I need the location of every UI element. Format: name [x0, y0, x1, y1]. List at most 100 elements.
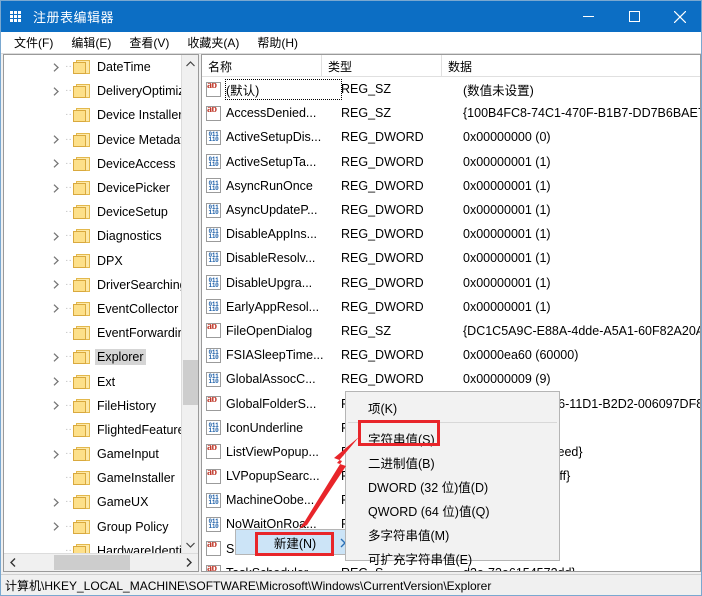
- chevron-right-icon[interactable]: [48, 394, 64, 418]
- registry-value-row[interactable]: 011 110 ActiveSetupTa... REG_DWORD 0x0000000…: [202, 150, 700, 174]
- submenu-item[interactable]: 项(K): [346, 395, 559, 419]
- registry-value-row[interactable]: 011 110 ActiveSetupDis... REG_DWORD 0x000000…: [202, 125, 700, 149]
- tree-connector-dash: ··: [65, 496, 72, 508]
- value-type: REG_DWORD: [341, 299, 424, 314]
- tree-node[interactable]: ·· FlightedFeatures: [4, 418, 181, 442]
- scroll-down-icon[interactable]: [182, 536, 198, 553]
- tree-horizontal-scrollbar[interactable]: [4, 553, 198, 571]
- tree-node[interactable]: ·· HardwareIdentifi: [4, 539, 181, 553]
- chevron-right-icon[interactable]: [48, 490, 64, 514]
- tree-node[interactable]: ·· FileHistory: [4, 394, 181, 418]
- folder-icon: [73, 253, 90, 268]
- registry-value-row[interactable]: 011 110 DisableAppIns... REG_DWORD 0x0000000…: [202, 222, 700, 246]
- value-name: ActiveSetupTa...: [226, 154, 317, 169]
- tree-node[interactable]: ·· EventForwarding: [4, 321, 181, 345]
- registry-value-row[interactable]: 011 110 FSIASleepTime... REG_DWORD 0x0000ea6…: [202, 343, 700, 367]
- tree-node[interactable]: ·· Ext: [4, 369, 181, 393]
- dword-value-icon: 011 110: [206, 347, 221, 363]
- context-menu-new-label: 新建(N): [273, 536, 317, 551]
- tree-node[interactable]: ·· DriverSearching: [4, 273, 181, 297]
- chevron-right-icon[interactable]: [48, 55, 64, 79]
- tree-node[interactable]: ·· DevicePicker: [4, 176, 181, 200]
- column-header-name[interactable]: 名称: [202, 55, 322, 77]
- scroll-right-icon[interactable]: [180, 554, 198, 571]
- submenu-item[interactable]: 二进制值(B): [346, 450, 559, 474]
- submenu-item[interactable]: QWORD (64 位)值(Q): [346, 498, 559, 522]
- tree-vertical-scrollbar[interactable]: [181, 55, 198, 553]
- menu-file[interactable]: 文件(F): [5, 32, 62, 53]
- chevron-right-icon[interactable]: [48, 249, 64, 273]
- tree-node[interactable]: ·· EventCollector: [4, 297, 181, 321]
- chevron-right-icon[interactable]: [48, 152, 64, 176]
- registry-value-row[interactable]: 011 110 EarlyAppResol... REG_DWORD 0x0000000…: [202, 295, 700, 319]
- registry-tree[interactable]: ·· DateTime ·· DeliveryOptimiza ·· Device Ins…: [4, 55, 181, 553]
- chevron-right-icon[interactable]: [48, 370, 64, 394]
- tree-connector-dash: ··: [65, 230, 72, 242]
- registry-value-row[interactable]: FileOpenDialog REG_SZ {DC1C5A9C-E88A-4dde-…: [202, 319, 700, 343]
- tree-node[interactable]: ·· DeviceAccess: [4, 152, 181, 176]
- red-arrow: [299, 437, 359, 529]
- value-data: (数值未设置): [463, 83, 534, 98]
- column-header-type[interactable]: 类型: [322, 55, 442, 77]
- registry-value-row[interactable]: 011 110 DisableUpgra... REG_DWORD 0x00000001…: [202, 271, 700, 295]
- minimize-button[interactable]: [565, 1, 611, 32]
- scroll-left-icon[interactable]: [4, 554, 22, 571]
- chevron-right-icon[interactable]: [48, 224, 64, 248]
- menu-edit[interactable]: 编辑(E): [62, 32, 120, 53]
- submenu-item[interactable]: DWORD (32 位)值(D): [346, 474, 559, 498]
- registry-value-row[interactable]: 011 110 AsyncRunOnce REG_DWORD 0x00000001 (1…: [202, 174, 700, 198]
- tree-node[interactable]: ·· Diagnostics: [4, 224, 181, 248]
- registry-value-row[interactable]: 011 110 GlobalAssocC... REG_DWORD 0x00000009…: [202, 367, 700, 391]
- folder-icon: [73, 495, 90, 510]
- menu-bar: 文件(F) 编辑(E) 查看(V) 收藏夹(A) 帮助(H): [1, 32, 701, 54]
- tree-node-label: GameInput: [97, 447, 159, 462]
- tree-node[interactable]: ·· Group Policy: [4, 515, 181, 539]
- chevron-right-icon[interactable]: [48, 515, 64, 539]
- tree-node[interactable]: ·· GameInstaller: [4, 466, 181, 490]
- maximize-button[interactable]: [611, 1, 657, 32]
- tree-node[interactable]: ·· Explorer: [4, 345, 181, 369]
- tree-node-label: EventCollector: [97, 301, 179, 316]
- tree-connector: [48, 539, 64, 553]
- tree-node[interactable]: ·· DateTime: [4, 55, 181, 79]
- tree-connector-dash: ··: [65, 206, 72, 218]
- chevron-right-icon[interactable]: [48, 297, 64, 321]
- value-data: 0x00000000 (0): [463, 130, 551, 145]
- new-submenu[interactable]: 项(K) 字符串值(S) 二进制值(B) DWORD (32 位)值(D) QWORD …: [345, 391, 560, 567]
- close-button[interactable]: [657, 1, 701, 32]
- chevron-right-icon[interactable]: [48, 273, 64, 297]
- tree-node[interactable]: ·· GameUX: [4, 490, 181, 514]
- tree-node[interactable]: ·· GameInput: [4, 442, 181, 466]
- chevron-right-icon[interactable]: [48, 79, 64, 103]
- dword-value-icon: 011 110: [206, 516, 221, 532]
- column-header-data[interactable]: 数据: [442, 55, 700, 77]
- tree-node[interactable]: ·· DeviceSetup: [4, 200, 181, 224]
- tree-node[interactable]: ·· DPX: [4, 249, 181, 273]
- dword-value-icon: 011 110: [206, 178, 221, 194]
- tree-node[interactable]: ·· Device Metadata: [4, 128, 181, 152]
- tree-connector-dash: ··: [65, 327, 72, 339]
- string-value-icon: [206, 396, 221, 412]
- chevron-right-icon[interactable]: [48, 345, 64, 369]
- tree-scrollbar-thumb[interactable]: [183, 360, 198, 405]
- tree-hscrollbar-thumb[interactable]: [54, 555, 130, 570]
- registry-value-row[interactable]: 011 110 AsyncUpdateP... REG_DWORD 0x00000001…: [202, 198, 700, 222]
- folder-icon: [73, 132, 90, 147]
- registry-value-row[interactable]: (默认)REG_SZ (数值未设置): [202, 77, 700, 101]
- submenu-item[interactable]: 字符串值(S): [346, 426, 559, 450]
- menu-favorites[interactable]: 收藏夹(A): [178, 32, 248, 53]
- submenu-item[interactable]: 可扩充字符串值(E): [346, 546, 559, 570]
- tree-node[interactable]: ·· Device Installer: [4, 103, 181, 127]
- string-value-icon: [206, 565, 221, 571]
- menu-view[interactable]: 查看(V): [120, 32, 178, 53]
- tree-node[interactable]: ·· DeliveryOptimiza: [4, 79, 181, 103]
- submenu-item[interactable]: 多字符串值(M): [346, 522, 559, 546]
- chevron-right-icon[interactable]: [48, 442, 64, 466]
- scroll-up-icon[interactable]: [182, 55, 198, 72]
- chevron-right-icon[interactable]: [48, 176, 64, 200]
- registry-value-row[interactable]: 011 110 DisableResolv... REG_DWORD 0x0000000…: [202, 246, 700, 270]
- value-data: 0x00000001 (1): [463, 227, 551, 242]
- registry-value-row[interactable]: AccessDenied... REG_SZ {100B4FC8-74C1-470F…: [202, 101, 700, 125]
- menu-help[interactable]: 帮助(H): [248, 32, 307, 53]
- chevron-right-icon[interactable]: [48, 128, 64, 152]
